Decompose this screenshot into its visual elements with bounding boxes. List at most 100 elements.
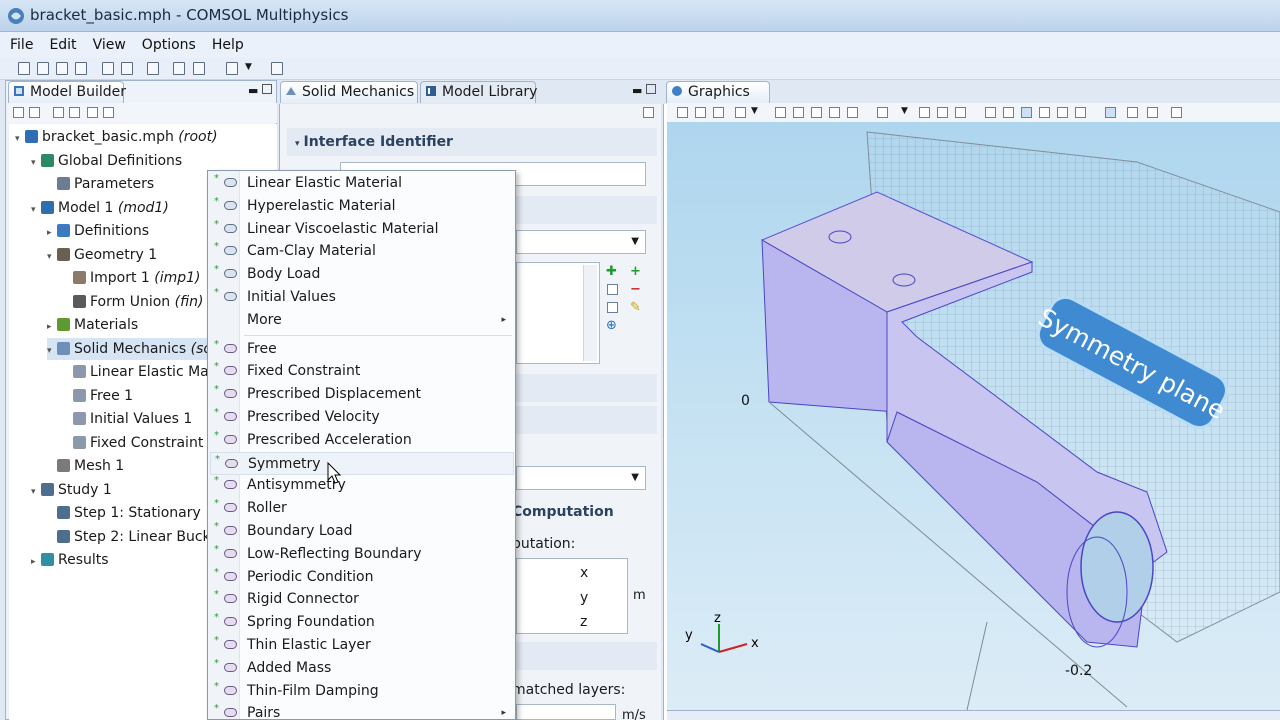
menu-item-free[interactable]: * Free xyxy=(210,338,514,361)
view-zx-icon[interactable] xyxy=(955,107,966,118)
reset-view-icon[interactable] xyxy=(713,107,724,118)
scene-light-icon[interactable] xyxy=(1039,107,1050,118)
camera-icon[interactable] xyxy=(1171,107,1182,118)
menu-item-hyperelastic-material[interactable]: * Hyperelastic Material xyxy=(210,195,514,218)
settings-minimize-icon[interactable]: ▬ xyxy=(632,84,642,97)
menu-item-boundary-load[interactable]: * Boundary Load xyxy=(210,520,514,543)
save-as-icon[interactable] xyxy=(75,62,87,75)
zoom-selected-icon[interactable] xyxy=(811,107,822,118)
tree-item[interactable]: ▾ Model 1 (mod1) xyxy=(31,197,169,219)
menu-item-spring-foundation[interactable]: * Spring Foundation xyxy=(210,611,514,634)
show-axis-icon[interactable] xyxy=(1075,107,1086,118)
menu-file[interactable]: File xyxy=(0,32,39,53)
new-file-icon[interactable] xyxy=(18,62,30,75)
image-snapshot-icon[interactable] xyxy=(735,107,746,118)
tree-item[interactable]: Fixed Constraint 1 xyxy=(63,432,217,454)
collapsed-twisty-icon[interactable]: ▸ xyxy=(31,551,41,573)
menu-item-cam-clay-material[interactable]: * Cam-Clay Material xyxy=(210,240,514,263)
view-dropdown-icon[interactable]: ▼ xyxy=(901,106,908,116)
help-icon[interactable] xyxy=(173,62,185,75)
tree-item[interactable]: ▸ Definitions xyxy=(47,220,149,242)
menu-item-pairs[interactable]: * Pairs ▸ xyxy=(210,702,514,720)
tree-item[interactable]: ▾ Study 1 xyxy=(31,479,112,501)
redo-icon[interactable] xyxy=(121,62,133,75)
tree-item[interactable]: Step 1: Stationary xyxy=(47,502,201,524)
add-icon[interactable]: + xyxy=(630,264,641,279)
layout-dropdown-icon[interactable]: ▼ xyxy=(245,62,252,72)
minimize-icon[interactable]: ▬ xyxy=(248,84,258,97)
refresh-icon[interactable] xyxy=(147,62,159,75)
settings-help-icon[interactable] xyxy=(643,107,654,118)
model-view[interactable]: Symmetry plane 0 -0.2 z x y xyxy=(667,122,1280,710)
copy-selection-icon[interactable] xyxy=(607,284,618,295)
menu-item-prescribed-acceleration[interactable]: * Prescribed Acceleration xyxy=(210,429,514,452)
show-grid-icon[interactable] xyxy=(1057,107,1068,118)
menu-item-roller[interactable]: * Roller xyxy=(210,497,514,520)
menu-item-linear-elastic-material[interactable]: * Linear Elastic Material xyxy=(210,172,514,195)
menu-item-fixed-constraint[interactable]: * Fixed Constraint xyxy=(210,360,514,383)
menu-item-periodic-condition[interactable]: * Periodic Condition xyxy=(210,566,514,589)
zoom-out-icon[interactable] xyxy=(793,107,804,118)
tree-item[interactable]: Form Union (fin) xyxy=(63,291,203,313)
menu-item-prescribed-displacement[interactable]: * Prescribed Displacement xyxy=(210,383,514,406)
view-xy-icon[interactable] xyxy=(919,107,930,118)
select-box-icon[interactable] xyxy=(1127,107,1138,118)
add-to-selection-icon[interactable]: ✚ xyxy=(606,264,617,279)
render-mode-icon[interactable] xyxy=(1021,107,1032,118)
zoom-window-icon[interactable] xyxy=(847,107,858,118)
clear-icon[interactable]: ✎ xyxy=(630,300,641,315)
wireframe-icon[interactable] xyxy=(1003,107,1014,118)
tree-item[interactable]: ▸ Materials xyxy=(47,314,138,336)
expanded-twisty-icon[interactable]: ▾ xyxy=(15,128,25,150)
collapse-icon[interactable] xyxy=(53,107,64,118)
menu-item-low-reflecting-boundary[interactable]: * Low-Reflecting Boundary xyxy=(210,543,514,566)
undo-icon[interactable] xyxy=(102,62,114,75)
expanded-twisty-icon[interactable]: ▾ xyxy=(31,481,41,503)
interface-identifier-section[interactable]: ▾ Interface Identifier xyxy=(287,128,657,156)
expanded-twisty-icon[interactable]: ▾ xyxy=(31,152,41,174)
help-context-icon[interactable] xyxy=(193,62,205,75)
select-cursor-icon[interactable] xyxy=(1105,107,1116,118)
computation-section-title[interactable]: Computation xyxy=(512,504,614,520)
tree-item[interactable]: ▸ Results xyxy=(31,549,109,571)
tree-item[interactable]: Free 1 xyxy=(63,385,133,407)
tree-item[interactable]: Initial Values 1 xyxy=(63,408,192,430)
open-file-icon[interactable] xyxy=(37,62,49,75)
view-yz-icon[interactable] xyxy=(937,107,948,118)
settings-maximize-icon[interactable] xyxy=(646,84,656,94)
selection-dropdown[interactable]: ▼ xyxy=(516,230,646,254)
zoom-extents-icon[interactable] xyxy=(829,107,840,118)
remove-icon[interactable]: − xyxy=(630,282,641,297)
tree-item[interactable]: Parameters xyxy=(47,173,154,195)
expanded-twisty-icon[interactable]: ▾ xyxy=(47,246,57,268)
tree-item[interactable]: ▾ Global Definitions xyxy=(31,150,182,172)
tab-model-builder[interactable]: Model Builder xyxy=(8,81,126,103)
forward-icon[interactable] xyxy=(29,107,40,118)
coordinate-table[interactable]: x y z xyxy=(516,558,628,634)
menu-item-more[interactable]: More ▸ xyxy=(210,309,514,332)
save-icon[interactable] xyxy=(56,62,68,75)
tree-item[interactable]: Import 1 (imp1) xyxy=(63,267,201,289)
sort-icon[interactable] xyxy=(103,107,114,118)
matched-layers-field[interactable] xyxy=(516,704,616,720)
tree-item[interactable]: ▾ Geometry 1 xyxy=(47,244,157,266)
paste-selection-icon[interactable] xyxy=(607,302,618,313)
comsol-app-icon[interactable] xyxy=(6,6,26,26)
menu-edit[interactable]: Edit xyxy=(39,32,82,53)
list-scrollbar[interactable] xyxy=(583,265,597,361)
menu-options[interactable]: Options xyxy=(132,32,202,53)
menu-item-symmetry[interactable]: * Symmetry xyxy=(210,451,514,475)
clear-selection-icon[interactable] xyxy=(1147,107,1158,118)
expanded-twisty-icon[interactable]: ▾ xyxy=(47,340,57,362)
tree-item[interactable]: Step 2: Linear Buckli xyxy=(47,526,218,548)
collapsed-twisty-icon[interactable]: ▸ xyxy=(47,222,57,244)
look-at-icon[interactable] xyxy=(695,107,706,118)
menu-item-prescribed-velocity[interactable]: * Prescribed Velocity xyxy=(210,406,514,429)
menu-item-body-load[interactable]: * Body Load xyxy=(210,263,514,286)
show-icon[interactable] xyxy=(87,107,98,118)
menu-item-added-mass[interactable]: * Added Mass xyxy=(210,657,514,680)
structural-model-dropdown[interactable]: ▼ xyxy=(516,466,646,490)
tab-graphics[interactable]: Graphics xyxy=(666,81,770,103)
tab-model-library[interactable]: Model Library xyxy=(420,81,537,103)
zoom-selection-icon[interactable]: ⊕ xyxy=(606,318,617,333)
